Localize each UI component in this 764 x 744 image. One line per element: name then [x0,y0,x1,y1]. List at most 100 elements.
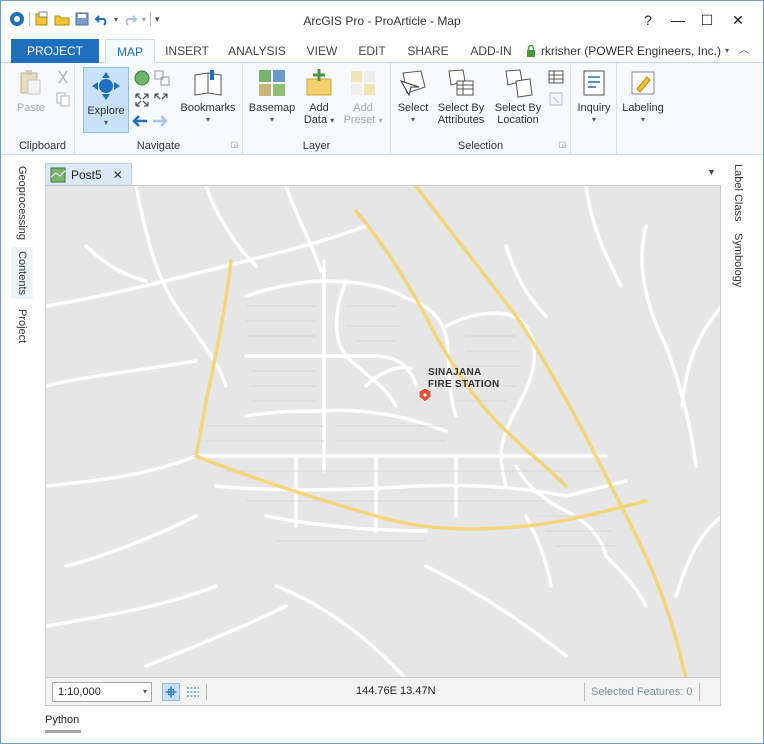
pane-tab-project[interactable]: Project [11,303,33,349]
group-labeling: Labeling ▾ [617,63,669,155]
explore-button[interactable]: Explore ▾ [83,67,129,133]
select-by-attributes-label-2: Attributes [437,114,485,126]
pane-tab-contents[interactable]: Contents [11,247,33,299]
group-navigate: Explore ▾ Bookmarks ▾ Navigate ◲ [75,63,243,155]
pane-tab-geoprocessing[interactable]: Geoprocessing [11,163,33,243]
clear-selection-icon[interactable] [547,91,565,107]
previous-extent-icon[interactable] [131,113,149,129]
inquiry-icon [583,70,605,96]
pane-tab-symbology[interactable]: Symbology [727,229,749,291]
python-tab-indicator [45,730,81,733]
tab-add-in[interactable]: ADD-IN [461,39,521,63]
map-canvas[interactable] [46,186,721,678]
paste-icon [20,70,41,95]
add-data-label-2: Data [303,114,328,126]
ribbon-tabs: PROJECT MAP INSERT ANALYSIS VIEW EDIT SH… [1,39,763,63]
help-button[interactable]: ? [635,9,661,31]
add-data-label-1: Add [309,102,329,114]
scale-dropdown-icon[interactable]: ▾ [143,683,147,701]
map-icon [50,167,66,182]
tab-view[interactable]: VIEW [299,39,345,63]
copy-icon[interactable] [55,91,71,107]
inquiry-button[interactable]: Inquiry ▾ [573,67,615,126]
select-by-attributes-icon [448,69,474,96]
select-by-location-icon [505,69,533,98]
add-preset-label-2: Preset [343,114,376,126]
group-inquiry: Inquiry ▾ [571,63,617,155]
next-extent-icon[interactable] [151,113,169,129]
add-preset-label-1: Add [353,102,373,114]
title-bar: ▾ ▾ ▾ ArcGIS Pro - ProArticle - Map ? — … [1,1,763,39]
group-layer: Basemap ▾ Add Data ▾ Add Preset ▾ Layer [243,63,391,155]
minimize-button[interactable]: — [665,9,691,31]
map-view[interactable]: SINAJANA FIRE STATION [45,185,721,678]
selection-group-label: Selection [457,140,504,152]
select-icon [399,70,426,97]
tab-analysis[interactable]: ANALYSIS [221,39,293,63]
selected-features-count[interactable]: Selected Features: 0 [584,683,700,701]
user-name: rkrisher (POWER Engineers, Inc.) [540,44,721,58]
full-extent-icon[interactable] [133,69,151,87]
tab-list-dropdown-icon[interactable]: ▼ [707,167,716,177]
map-label-line-2: FIRE STATION [428,379,500,390]
select-by-location-label-2: Location [497,114,539,126]
group-clipboard: Paste Clipboard [11,63,75,155]
add-preset-button[interactable]: Add Preset ▾ [341,67,385,127]
select-label: Select [397,102,429,114]
user-lock-icon [526,44,535,57]
selection-launcher-icon[interactable]: ◲ [558,140,566,149]
tab-insert[interactable]: INSERT [159,39,215,63]
map-view-tab[interactable]: Post5 ✕ [45,163,132,185]
attribute-table-icon[interactable] [547,69,565,85]
tab-map[interactable]: MAP [105,39,155,63]
bookmarks-label: Bookmarks [180,102,236,114]
basemap-label: Basemap [248,102,296,114]
coordinates-readout: 144.76E 13.47N [356,685,436,697]
fixed-zoom-icon[interactable] [153,69,171,87]
ribbon: Paste Clipboard Explore ▾ Bookmarks ▾ Na… [1,63,763,155]
user-dropdown-icon[interactable]: ▾ [725,39,729,63]
status-divider [206,684,207,700]
paste-button[interactable]: Paste [15,67,47,114]
select-by-location-button[interactable]: Select By Location [491,67,545,126]
map-label-line-1: SINAJANA [428,367,482,378]
add-data-button[interactable]: Add Data ▾ [299,67,339,127]
pane-tab-label-class[interactable]: Label Class [727,163,749,223]
labeling-icon [631,71,655,95]
select-by-location-label-1: Select By [494,102,542,114]
labeling-button[interactable]: Labeling ▾ [619,67,667,126]
basemap-button[interactable]: Basemap ▾ [247,67,297,126]
group-selection: Select ▾ Select By Attributes Select By … [391,63,571,155]
select-by-attributes-button[interactable]: Select By Attributes [433,67,489,126]
zoom-in-out-icon[interactable] [133,91,171,109]
scale-value: 1:10,000 [58,686,101,698]
paste-label: Paste [16,102,46,114]
collapse-ribbon-icon[interactable]: ︿ [739,39,749,63]
explore-label: Explore [87,105,125,117]
tab-edit[interactable]: EDIT [351,39,393,63]
bookmarks-button[interactable]: Bookmarks ▾ [175,67,241,126]
user-account[interactable]: rkrisher (POWER Engineers, Inc.) ▾ ︿ [525,39,749,63]
layer-group-label: Layer [302,140,331,152]
map-tab-name: Post5 [71,167,102,182]
navigate-launcher-icon[interactable]: ◲ [230,140,238,149]
python-pane-tab[interactable]: Python [45,714,79,726]
clipboard-group-label: Clipboard [18,140,67,152]
scale-selector[interactable]: 1:10,000 ▾ [52,682,152,702]
labeling-label: Labeling [622,102,664,114]
select-by-attributes-label-1: Select By [437,102,485,114]
add-data-icon [306,69,332,96]
cut-icon[interactable] [55,69,71,85]
snapping-icon[interactable] [162,683,180,701]
tab-share[interactable]: SHARE [401,39,455,63]
close-map-tab-icon[interactable]: ✕ [113,168,123,182]
tab-project[interactable]: PROJECT [11,39,99,63]
maximize-button[interactable]: ☐ [694,9,720,31]
add-preset-icon [351,71,375,95]
bookmarks-icon [194,70,222,96]
select-button[interactable]: Select ▾ [395,67,431,126]
grid-toggle-icon[interactable] [184,683,202,701]
close-button[interactable]: ✕ [725,9,751,31]
navigate-group-label: Navigate [136,140,181,152]
explore-icon [92,72,120,100]
